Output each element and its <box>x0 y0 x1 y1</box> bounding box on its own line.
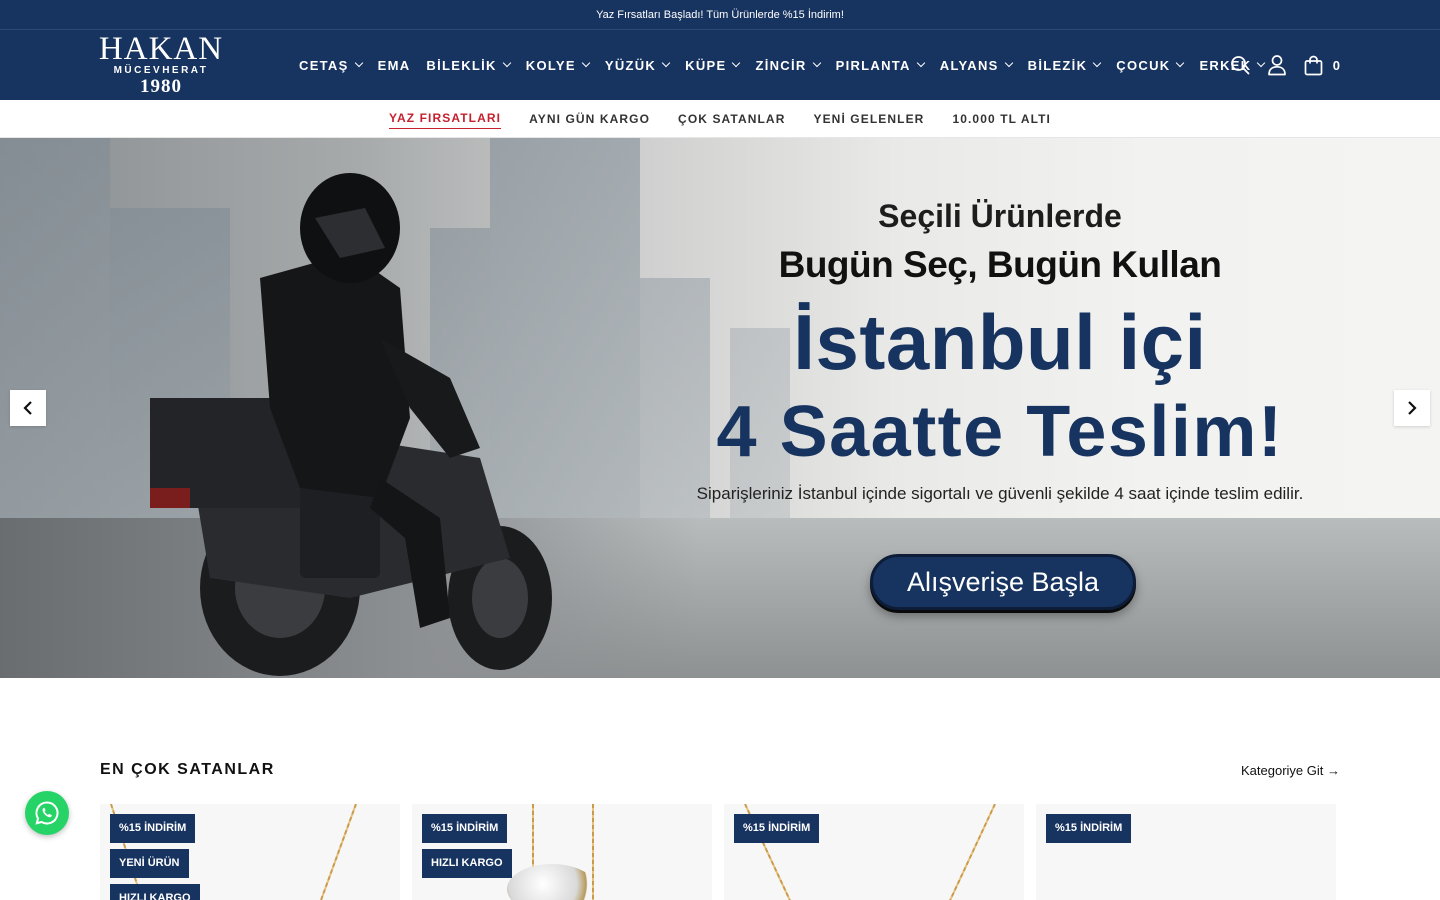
nav-item-8[interactable]: ALYANS <box>939 57 1013 73</box>
hero-headline-2: 4 Saatte Teslim! <box>716 392 1284 472</box>
product-card[interactable]: %15 İNDİRİM YENİ ÜRÜN HIZLI KARGO <box>100 804 400 900</box>
shop-now-button[interactable]: Alışverişe Başla <box>870 554 1136 610</box>
user-icon[interactable] <box>1266 54 1288 76</box>
bag-icon[interactable] <box>1303 54 1325 76</box>
nav-item-7[interactable]: PIRLANTA <box>835 57 925 73</box>
chevron-down-icon <box>732 58 741 68</box>
product-carousel: %15 İNDİRİM YENİ ÜRÜN HIZLI KARGO %15 İNDİR… <box>100 804 1340 900</box>
product-badge: %15 İNDİRİM <box>734 814 820 843</box>
nav-item-3[interactable]: KOLYE <box>525 57 591 73</box>
chevron-right-icon <box>1408 401 1417 415</box>
chevron-down-icon <box>916 58 925 68</box>
chevron-down-icon <box>502 58 511 68</box>
hero-text-block: Seçili Ürünlerde Bugün Seç, Bugün Kullan… <box>620 198 1380 514</box>
category-link-label: Kategoriye Git <box>1241 762 1324 778</box>
nav-item-label: PIRLANTA <box>835 57 911 73</box>
hero-banner[interactable]: Seçili Ürünlerde Bugün Seç, Bugün Kullan… <box>0 138 1440 678</box>
whatsapp-icon <box>35 801 59 825</box>
arrow-right-icon: → <box>1327 762 1340 778</box>
nav-item-label: CETAŞ <box>299 57 349 73</box>
chevron-left-icon <box>23 401 32 415</box>
product-badges: %15 İNDİRİM YENİ ÜRÜN HIZLI KARGO <box>110 814 200 900</box>
hero-description: Siparişleriniz İstanbul içinde sigortalı… <box>696 484 1304 503</box>
product-badge: %15 İNDİRİM <box>110 814 196 843</box>
best-sellers-header: EN ÇOK SATANLAR Kategoriye Git → <box>100 760 1340 780</box>
chevron-down-icon <box>1093 58 1102 68</box>
announcement-text: Yaz Fırsatları Başladı! Tüm Ürünlerde %1… <box>596 8 844 21</box>
nav-item-5[interactable]: KÜPE <box>685 57 741 73</box>
subnav-item-4[interactable]: 10.000 TL ALTI <box>952 109 1051 129</box>
product-image-chain <box>943 804 996 900</box>
slider-prev-button[interactable] <box>10 390 46 426</box>
product-card[interactable]: %15 İNDİRİM <box>724 804 1024 900</box>
chevron-down-icon <box>661 58 671 68</box>
hero-headline-1: İstanbul içi <box>793 298 1207 386</box>
nav-item-label: ÇOCUK <box>1116 57 1171 73</box>
nav-item-label: YÜZÜK <box>604 57 657 73</box>
chevron-down-icon <box>812 58 821 68</box>
product-card[interactable]: %15 İNDİRİM HIZLI KARGO <box>412 804 712 900</box>
nav-item-10[interactable]: ÇOCUK <box>1116 57 1185 73</box>
subnav-item-0[interactable]: YAZ FIRSATLARI <box>389 108 502 129</box>
product-image-chain <box>314 804 357 900</box>
subnav-item-2[interactable]: ÇOK SATANLAR <box>678 109 785 129</box>
main-navigation: CETAŞ EMA BİLEKLİK KOLYE YÜZÜK KÜPE ZİNCİR PIRL… <box>299 30 1280 100</box>
nav-item-label: KÜPE <box>685 57 727 73</box>
nav-item-0[interactable]: CETAŞ <box>299 57 363 73</box>
product-badges: %15 İNDİRİM HIZLI KARGO <box>422 814 512 884</box>
subnav-item-1[interactable]: AYNI GÜN KARGO <box>529 109 650 129</box>
nav-item-label: BİLEZİK <box>1027 57 1088 73</box>
product-badges: %15 İNDİRİM <box>1046 814 1132 849</box>
product-badge: YENİ ÜRÜN <box>110 849 189 878</box>
product-image-gem <box>507 864 597 900</box>
nav-item-6[interactable]: ZİNCİR <box>755 57 821 73</box>
logo-year: 1980 <box>140 76 182 97</box>
product-badges: %15 İNDİRİM <box>734 814 820 849</box>
motorcycle-rider-illustration <box>150 173 552 676</box>
nav-item-2[interactable]: BİLEKLİK <box>426 57 511 73</box>
announcement-bar: Yaz Fırsatları Başladı! Tüm Ürünlerde %1… <box>0 0 1440 30</box>
brand-logo[interactable]: HAKAN MÜCEVHERAT 1980 <box>98 31 224 98</box>
hero-line-2: Bugün Seç, Bugün Kullan <box>778 244 1222 285</box>
nav-item-9[interactable]: BİLEZİK <box>1027 57 1102 73</box>
chevron-down-icon <box>581 58 591 68</box>
secondary-navigation: YAZ FIRSATLARI AYNI GÜN KARGO ÇOK SATANLAR… <box>0 100 1440 138</box>
category-link[interactable]: Kategoriye Git → <box>1241 763 1340 778</box>
chevron-down-icon <box>1176 58 1185 68</box>
site-header: HAKAN MÜCEVHERAT 1980 CETAŞ EMA BİLEKLİK KO… <box>0 30 1440 100</box>
search-icon[interactable] <box>1229 54 1251 76</box>
subnav-item-3[interactable]: YENİ GELENLER <box>813 109 924 129</box>
nav-item-label: KOLYE <box>525 57 576 73</box>
header-tools: 0 <box>1214 30 1340 100</box>
hero-line-1: Seçili Ürünlerde <box>878 198 1122 234</box>
nav-item-label: ZİNCİR <box>755 57 807 73</box>
product-card[interactable]: %15 İNDİRİM <box>1036 804 1336 900</box>
whatsapp-button[interactable] <box>25 791 69 835</box>
nav-item-label: EMA <box>377 57 411 73</box>
slider-next-button[interactable] <box>1394 390 1430 426</box>
nav-item-1[interactable]: EMA <box>378 58 411 73</box>
nav-item-label: BİLEKLİK <box>426 57 497 73</box>
chevron-down-icon <box>354 58 363 68</box>
product-badge: %15 İNDİRİM <box>1046 814 1132 843</box>
section-title: EN ÇOK SATANLAR <box>100 761 275 778</box>
nav-item-label: ALYANS <box>939 57 999 73</box>
product-badge: %15 İNDİRİM <box>422 814 508 843</box>
product-badge: HIZLI KARGO <box>110 884 200 900</box>
cart-count: 0 <box>1332 57 1340 73</box>
nav-item-4[interactable]: YÜZÜK <box>604 57 671 73</box>
logo-name: HAKAN <box>98 31 224 67</box>
chevron-down-icon <box>1004 58 1013 68</box>
product-badge: HIZLI KARGO <box>422 849 512 878</box>
